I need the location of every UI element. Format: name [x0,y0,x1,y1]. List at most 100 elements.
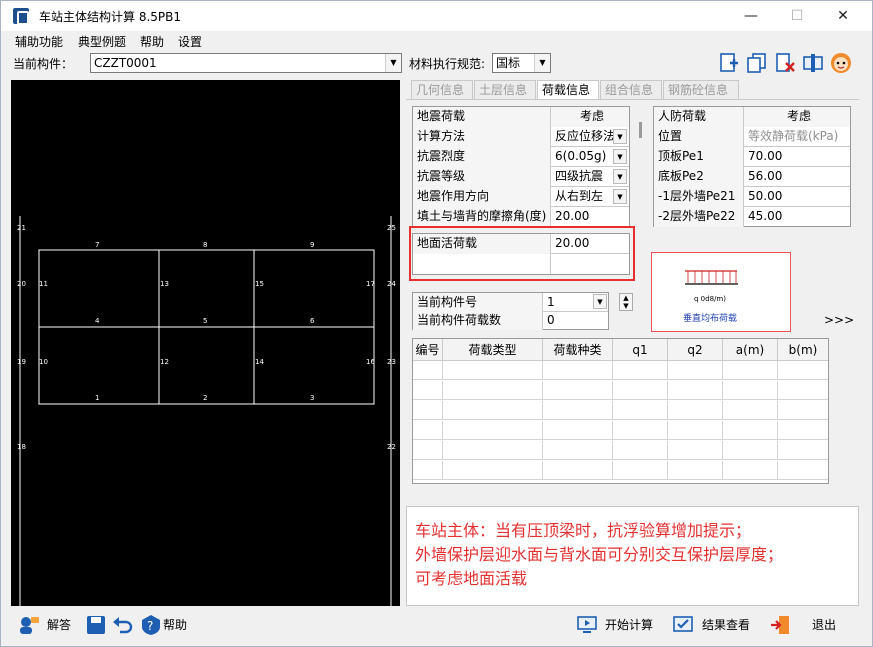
load-table-cell[interactable] [723,441,778,460]
node-label: 18 [17,443,26,451]
load-table-cell[interactable] [413,361,443,380]
load-table-cell[interactable] [723,381,778,400]
load-table-cell[interactable] [443,461,543,480]
load-table-cell[interactable] [543,381,613,400]
load-table-cell[interactable] [778,361,828,380]
load-table-cell[interactable] [613,361,668,380]
load-table-cell[interactable] [543,401,613,420]
start-calc-button[interactable]: 开始计算 [605,616,653,633]
spin-down-icon[interactable]: ▼ [620,302,632,310]
load-table-cell[interactable] [668,421,723,440]
load-table-header: q1 [613,339,668,361]
seismic-consider-cell[interactable]: 考虑 [551,107,629,127]
help-icon[interactable]: ? [140,614,162,636]
load-table-cell[interactable] [613,461,668,480]
chevron-down-icon: ▼ [613,149,627,164]
load-table-cell[interactable] [778,461,828,480]
civil-row-input[interactable]: 70.00 [744,147,850,167]
load-table-cell[interactable] [723,361,778,380]
load-table-cell[interactable] [443,401,543,420]
load-table-cell[interactable] [613,421,668,440]
close-button[interactable]: ✕ [820,1,866,31]
node-label: 13 [160,280,169,288]
spec-select[interactable]: 国标 ▼ [492,53,551,73]
civil-row: -1层外墙Pe21 50.00 [654,187,850,207]
load-table-cell[interactable] [543,361,613,380]
load-table-cell[interactable] [413,441,443,460]
spin-up-icon[interactable]: ▲ [620,294,632,302]
load-table-cell[interactable] [413,421,443,440]
load-table-cell[interactable] [668,401,723,420]
component-spinner[interactable]: ▲ ▼ [619,293,633,311]
load-table-cell[interactable] [613,381,668,400]
seismic-direction-select[interactable]: 从右到左 ▼ [551,187,629,207]
tab-geometry[interactable]: 几何信息 [411,80,473,100]
load-table-cell[interactable] [723,421,778,440]
minimize-button[interactable]: — [728,1,774,31]
result-check-icon[interactable] [672,614,694,636]
load-table-cell[interactable] [543,441,613,460]
scroll-indicator[interactable] [639,122,642,138]
civil-row-input[interactable]: 56.00 [744,167,850,187]
load-table-cell[interactable] [443,381,543,400]
friction-angle-input[interactable]: 20.00 [551,207,629,227]
delete-component-icon[interactable] [774,52,796,74]
menu-aux-functions[interactable]: 辅助功能 [15,33,63,50]
tab-combination[interactable]: 组合信息 [600,80,662,100]
result-view-button[interactable]: 结果查看 [702,616,750,633]
help-button[interactable]: 帮助 [163,616,187,633]
load-table-cell[interactable] [443,421,543,440]
load-table-cell[interactable] [413,381,443,400]
menu-settings[interactable]: 设置 [178,33,202,50]
load-table-cell[interactable] [613,401,668,420]
compute-screen-icon[interactable] [802,52,824,74]
svg-text:?: ? [147,619,153,633]
load-table-cell[interactable] [443,441,543,460]
tab-load[interactable]: 荷载信息 [537,80,599,101]
load-table-cell[interactable] [778,421,828,440]
seismic-header-label: 地震荷载 [413,107,551,127]
civil-consider-cell[interactable]: 考虑 [744,107,850,127]
load-table-cell[interactable] [723,401,778,420]
tab-soil[interactable]: 土层信息 [474,80,536,100]
load-table-cell[interactable] [543,421,613,440]
monitor-icon[interactable] [576,614,598,636]
save-icon[interactable] [85,614,107,636]
seismic-method-select[interactable]: 反应位移法 ▼ [551,127,629,147]
tab-reinforcement[interactable]: 钢筋砼信息 [663,80,739,100]
load-table-cell[interactable] [778,441,828,460]
load-table-cell[interactable] [413,401,443,420]
add-component-icon[interactable] [718,52,740,74]
more-load-types-button[interactable]: >>> [824,313,854,327]
current-no-select[interactable]: 1 ▼ [543,293,609,312]
load-table-cell[interactable] [668,441,723,460]
load-table-cell[interactable] [443,361,543,380]
component-select[interactable]: CZZT0001 ▼ [90,53,402,73]
load-table-cell[interactable] [613,441,668,460]
seismic-grade-select[interactable]: 四级抗震 ▼ [551,167,629,187]
load-table-cell[interactable] [723,461,778,480]
user-avatar-icon[interactable] [830,52,852,74]
answer-button[interactable]: 解答 [47,616,71,633]
menu-help[interactable]: 帮助 [140,33,164,50]
copy-component-icon[interactable] [746,52,768,74]
load-table-cell[interactable] [778,401,828,420]
seismic-intensity-select[interactable]: 6(0.05g) ▼ [551,147,629,167]
answer-icon[interactable] [18,614,40,636]
structure-canvas[interactable]: 1 2 3 4 5 6 7 8 9 10 11 12 13 14 15 16 1… [11,80,400,606]
load-table-cell[interactable] [668,361,723,380]
load-table-cell[interactable] [778,381,828,400]
exit-door-icon[interactable] [769,614,791,636]
maximize-button[interactable]: ☐ [774,1,820,31]
menu-examples[interactable]: 典型例题 [78,33,126,50]
civil-row-input[interactable]: 45.00 [744,207,850,227]
exit-button[interactable]: 退出 [812,616,836,633]
component-select-value: CZZT0001 [94,56,157,70]
load-table-cell[interactable] [543,461,613,480]
civil-row-input[interactable]: 50.00 [744,187,850,207]
load-table-cell[interactable] [668,381,723,400]
load-type-image[interactable]: q 0d8/m) 垂直均布荷载 [651,252,791,332]
load-table-cell[interactable] [668,461,723,480]
load-table-cell[interactable] [413,461,443,480]
undo-icon[interactable] [111,614,133,636]
